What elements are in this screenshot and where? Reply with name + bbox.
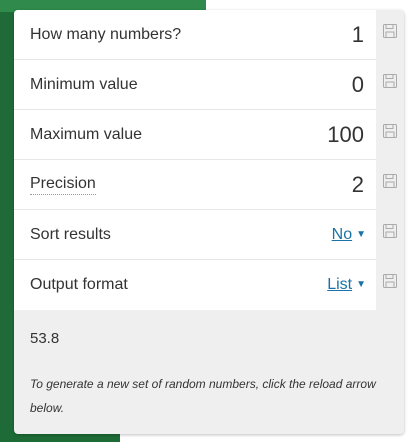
sort-results-label: Sort results <box>30 225 111 243</box>
caret-down-icon: ▼ <box>356 279 366 290</box>
random-number-generator-card: How many numbers? 1 Minimum value 0 Maxi… <box>14 10 404 434</box>
row-how-many-numbers[interactable]: How many numbers? 1 <box>14 10 376 60</box>
minimum-value-input[interactable]: 0 <box>352 72 364 98</box>
row-precision[interactable]: Precision 2 <box>14 160 376 210</box>
how-many-numbers-input[interactable]: 1 <box>352 22 364 48</box>
row-maximum-value[interactable]: Maximum value 100 <box>14 110 376 160</box>
output-format-label: Output format <box>30 276 128 293</box>
instruction-note: To generate a new set of random numbers,… <box>30 377 376 415</box>
caret-down-icon: ▼ <box>356 228 366 240</box>
save-precision[interactable] <box>376 160 404 210</box>
floppy-disk-icon <box>383 174 397 188</box>
row-sort-results[interactable]: Sort results No ▼ <box>14 210 376 260</box>
sort-results-select[interactable]: No ▼ <box>332 226 366 244</box>
sort-results-value: No <box>331 225 353 243</box>
save-how-many-numbers[interactable] <box>376 10 404 60</box>
floppy-disk-icon <box>383 24 397 38</box>
save-maximum-value[interactable] <box>376 110 404 160</box>
floppy-disk-icon <box>383 274 397 288</box>
save-column <box>376 10 404 310</box>
save-sort-results[interactable] <box>376 210 404 260</box>
output-format-value: List <box>327 276 353 293</box>
save-minimum-value[interactable] <box>376 60 404 110</box>
floppy-disk-icon <box>383 224 397 238</box>
result-output: 53.8 <box>30 330 60 347</box>
floppy-disk-icon <box>383 124 397 138</box>
how-many-numbers-label: How many numbers? <box>30 25 182 43</box>
output-format-select[interactable]: List ▼ <box>327 276 366 294</box>
minimum-value-label: Minimum value <box>30 75 138 93</box>
settings-list: How many numbers? 1 Minimum value 0 Maxi… <box>14 10 376 310</box>
row-minimum-value[interactable]: Minimum value 0 <box>14 60 376 110</box>
save-output-format[interactable] <box>376 260 404 310</box>
precision-input[interactable]: 2 <box>352 172 364 198</box>
maximum-value-label: Maximum value <box>30 125 143 143</box>
maximum-value-input[interactable]: 100 <box>327 122 364 148</box>
precision-label[interactable]: Precision <box>30 175 96 195</box>
row-output-format[interactable]: Output format List ▼ <box>14 260 376 310</box>
floppy-disk-icon <box>383 74 397 88</box>
